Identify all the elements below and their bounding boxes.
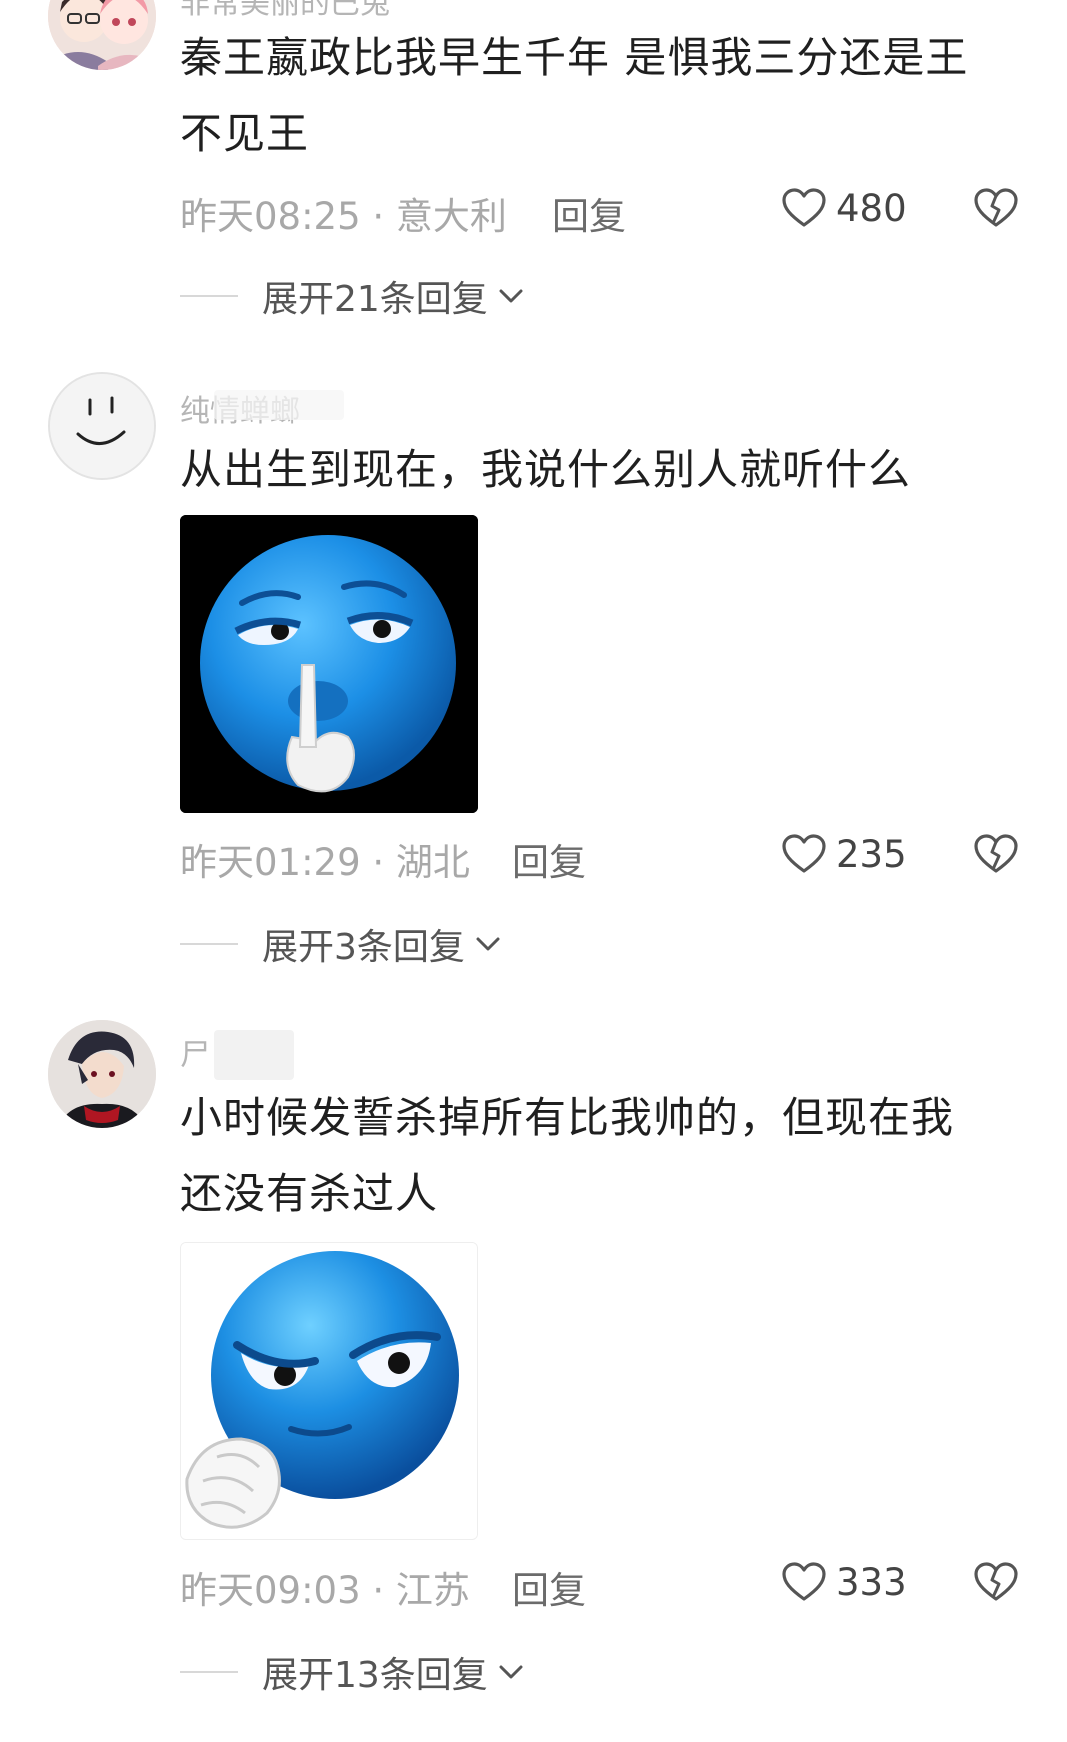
avatar[interactable]	[48, 1020, 156, 1128]
heart-outline-icon	[782, 1562, 826, 1601]
sticker-image[interactable]	[180, 515, 478, 813]
username-mask	[214, 390, 344, 420]
divider-line	[180, 943, 238, 945]
username-mask	[214, 1030, 294, 1080]
reply-button[interactable]: 回复	[512, 832, 586, 886]
username[interactable]: 非常美丽的巴兔	[180, 0, 390, 22]
like-count: 480	[836, 186, 907, 230]
avatar[interactable]	[48, 372, 156, 480]
chevron-down-icon	[476, 937, 500, 951]
time-location: 昨天01:29 · 湖北	[180, 841, 470, 884]
comment-text-line: 还没有杀过人	[180, 1169, 439, 1218]
divider-line	[180, 1671, 238, 1673]
time-location: 昨天08:25 · 意大利	[180, 195, 507, 238]
time-location: 昨天09:03 · 江苏	[180, 1569, 470, 1612]
comment-text: 小时候发誓杀掉所有比我帅的，但现在我 还没有杀过人	[180, 1080, 1020, 1232]
comment-text-line: 不见王	[180, 109, 310, 158]
heart-outline-icon	[782, 834, 826, 873]
expand-replies[interactable]: 展开21条回复	[180, 270, 528, 322]
sticker-image[interactable]	[180, 1242, 478, 1540]
like-button[interactable]: 480	[780, 184, 907, 232]
broken-heart-icon[interactable]	[972, 184, 1020, 232]
username[interactable]: 尸	[180, 1030, 210, 1074]
like-button[interactable]: 235	[780, 830, 907, 878]
expand-replies-label: 展开21条回复	[262, 279, 488, 320]
comment-text-line: 从出生到现在，我说什么别人就听什么	[180, 445, 912, 494]
reply-button[interactable]: 回复	[552, 186, 626, 240]
like-count: 235	[836, 832, 907, 876]
divider-line	[180, 295, 238, 297]
comment-text: 秦王嬴政比我早生千年 是惧我三分还是王 不见王	[180, 20, 1020, 172]
expand-replies-label: 展开3条回复	[262, 927, 465, 968]
chevron-down-icon	[499, 1665, 523, 1679]
avatar[interactable]	[48, 0, 156, 70]
comment-text-line: 秦王嬴政比我早生千年 是惧我三分还是王	[180, 33, 969, 82]
comment-text: 从出生到现在，我说什么别人就听什么	[180, 432, 1020, 508]
like-button[interactable]: 333	[780, 1558, 907, 1606]
chevron-down-icon	[499, 289, 523, 303]
reply-button[interactable]: 回复	[512, 1560, 586, 1614]
expand-replies[interactable]: 展开13条回复	[180, 1646, 528, 1698]
broken-heart-icon[interactable]	[972, 1558, 1020, 1606]
comment-text-line: 小时候发誓杀掉所有比我帅的，但现在我	[180, 1093, 955, 1142]
heart-outline-icon	[782, 188, 826, 227]
broken-heart-icon[interactable]	[972, 830, 1020, 878]
like-count: 333	[836, 1560, 907, 1604]
expand-replies[interactable]: 展开3条回复	[180, 918, 505, 970]
expand-replies-label: 展开13条回复	[262, 1655, 488, 1696]
